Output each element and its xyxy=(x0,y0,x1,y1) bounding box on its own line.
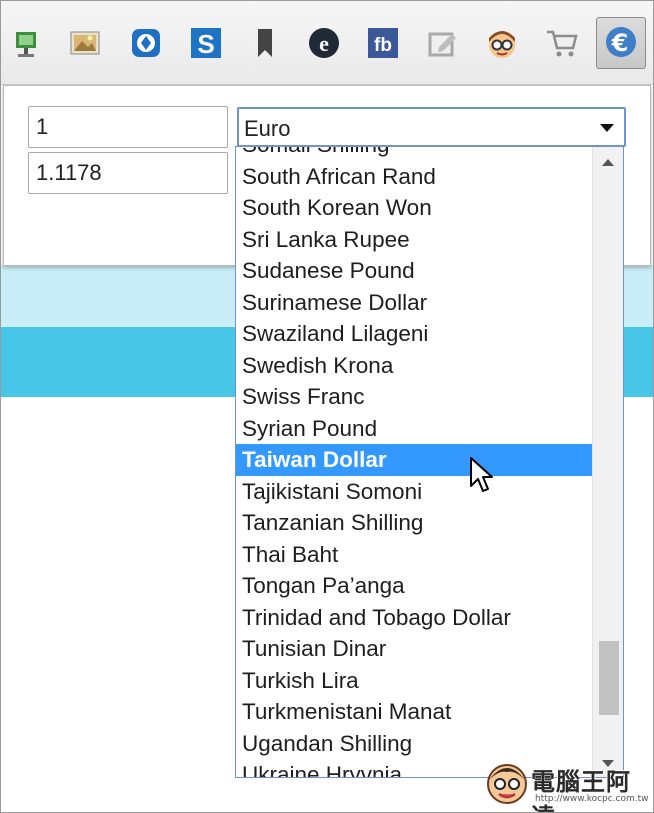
watermark-title: 電腦王阿達 xyxy=(531,768,631,812)
currency-option[interactable]: Sri Lanka Rupee xyxy=(236,224,592,256)
currency-options: Somali ShillingSouth African RandSouth K… xyxy=(236,147,592,777)
currency-option[interactable]: Turkish Lira xyxy=(236,665,592,697)
watermark: 電腦王阿達 http://www.kocpc.com.tw xyxy=(481,756,651,812)
bookmark-icon[interactable] xyxy=(245,23,285,63)
extension-toolbar: S e fb € xyxy=(1,1,653,85)
currency-option[interactable]: Tanzanian Shilling xyxy=(236,507,592,539)
s-app-label: S xyxy=(197,29,214,59)
currency-option[interactable]: Tajikistani Somoni xyxy=(236,476,592,508)
dropdown-scrollbar[interactable] xyxy=(592,147,623,777)
scrollbar-thumb[interactable] xyxy=(599,641,619,715)
currency-option[interactable]: Tongan Pa’anga xyxy=(236,570,592,602)
currency-option-highlighted[interactable]: Taiwan Dollar xyxy=(236,444,592,476)
amount-input[interactable] xyxy=(28,106,228,148)
s-app-icon[interactable]: S xyxy=(186,23,226,63)
fb-label: fb xyxy=(374,35,392,56)
screenshot-frame: S e fb € Euro xyxy=(0,0,654,813)
e-icon[interactable]: e xyxy=(304,23,344,63)
currency-select[interactable]: Euro xyxy=(237,107,626,147)
currency-select-value: Euro xyxy=(244,116,291,141)
fb-icon[interactable]: fb xyxy=(363,23,403,63)
currency-option[interactable]: Somali Shilling xyxy=(236,147,592,161)
download-icon[interactable] xyxy=(7,23,47,63)
chevron-down-icon xyxy=(600,124,614,132)
currency-option[interactable]: Syrian Pound xyxy=(236,413,592,445)
watermark-url: http://www.kocpc.com.tw xyxy=(535,794,649,804)
currency-option[interactable]: Swiss Franc xyxy=(236,381,592,413)
mouse-cursor-icon xyxy=(470,457,493,492)
currency-option[interactable]: Thai Baht xyxy=(236,539,592,571)
currency-option[interactable]: Tunisian Dinar xyxy=(236,633,592,665)
currency-option[interactable]: South African Rand xyxy=(236,161,592,193)
currency-option[interactable]: South Korean Won xyxy=(236,192,592,224)
currency-option[interactable]: Swedish Krona xyxy=(236,350,592,382)
cart-icon[interactable] xyxy=(542,23,582,63)
currency-option[interactable]: Swaziland Lilageni xyxy=(236,318,592,350)
edit-icon[interactable] xyxy=(422,23,462,63)
result-output[interactable] xyxy=(28,152,228,194)
currency-option[interactable]: Ugandan Shilling xyxy=(236,728,592,760)
image-icon[interactable] xyxy=(65,23,105,63)
avatar-icon[interactable] xyxy=(482,23,522,63)
mascot-icon xyxy=(487,764,527,804)
scroll-up-arrow-icon[interactable] xyxy=(602,159,614,166)
currency-option[interactable]: Surinamese Dollar xyxy=(236,287,592,319)
currency-dropdown-list[interactable]: Somali ShillingSouth African RandSouth K… xyxy=(235,146,624,778)
currency-option[interactable]: Trinidad and Tobago Dollar xyxy=(236,602,592,634)
currency-option[interactable]: Turkmenistani Manat xyxy=(236,696,592,728)
nav-icon[interactable] xyxy=(126,23,166,63)
currency-option[interactable]: Sudanese Pound xyxy=(236,255,592,287)
euro-symbol: € xyxy=(611,29,629,57)
svg-text:e: e xyxy=(319,31,329,56)
euro-icon[interactable]: € xyxy=(601,22,641,62)
